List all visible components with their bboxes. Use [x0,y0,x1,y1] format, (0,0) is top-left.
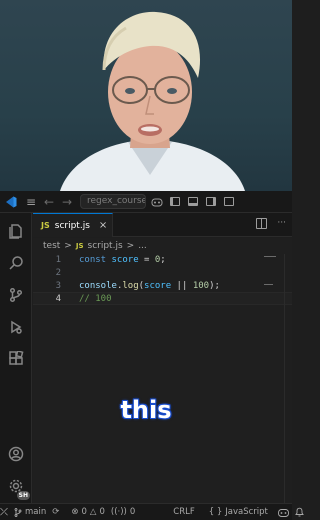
code-editor[interactable]: 1 const score = 0; 2 3 console.log(score… [33,254,292,503]
line-number: 4 [55,294,61,304]
language-label: JavaScript [225,507,268,517]
breadcrumb-file[interactable]: script.js [88,241,123,251]
remote-indicator-icon[interactable]: ⤫ [0,504,8,520]
breadcrumb-symbol[interactable]: ... [138,241,147,251]
split-editor-icon[interactable] [256,218,268,229]
back-arrow-icon[interactable]: ← [40,195,58,209]
broadcast-icon: ((·)) [110,507,127,517]
sync-icon[interactable]: ⟳ [52,507,59,517]
status-bar: ⤫ main ⟳ ⊗ 0 △ 0 ((·)) 0 CRLF { } JavaSc… [0,503,304,520]
code-line[interactable]: 1 const score = 0; [33,254,292,267]
presenter-video [60,11,245,191]
code-text: // 100 [79,294,112,304]
close-tab-icon[interactable]: × [99,220,107,231]
manage-gear-icon[interactable]: SH [6,476,30,500]
webcam-overlay [0,0,292,191]
tab-label: script.js [54,220,90,231]
toggle-secondary-sidebar-icon[interactable] [203,196,218,208]
command-center-search[interactable]: regex_course [80,194,146,209]
source-control-icon[interactable] [6,285,26,305]
forward-arrow-icon[interactable]: → [58,195,76,209]
javascript-file-icon: JS [75,242,84,250]
branch-name: main [25,507,47,517]
activity-bar: SH [0,213,32,503]
customize-layout-icon[interactable] [221,196,236,208]
braces-icon: { } [208,507,223,517]
title-bar: ≡ ← → regex_course [0,191,292,213]
breadcrumb: test > JS script.js > ... [33,238,292,254]
warning-count: 0 [99,507,105,517]
chevron-right-icon: > [64,241,72,251]
code-text: const score = 0; [79,255,166,265]
vscode-logo-icon [0,191,22,213]
warning-icon: △ [89,507,97,517]
ports-count: 0 [129,507,136,517]
language-mode-status[interactable]: { } JavaScript [209,507,268,517]
toggle-panel-icon[interactable] [185,196,200,208]
breadcrumb-folder[interactable]: test [43,241,60,251]
video-caption: this [120,396,172,424]
toggle-primary-sidebar-icon[interactable] [167,196,182,208]
copilot-icon[interactable] [149,196,164,208]
tab-script-js[interactable]: JS script.js × [33,213,113,237]
chevron-right-icon: > [126,241,135,251]
problems-status[interactable]: ⊗ 0 △ 0 [71,507,105,517]
code-line[interactable]: 2 [33,267,292,280]
profile-badge: SH [16,491,30,500]
branch-status[interactable]: main [14,507,46,517]
error-count: 0 [81,507,87,517]
menu-icon[interactable]: ≡ [22,195,40,209]
copilot-status-icon[interactable] [277,508,289,517]
explorer-icon[interactable] [6,221,26,241]
javascript-file-icon: JS [41,221,50,230]
editor-tab-bar: JS script.js × ··· [33,213,292,237]
more-actions-icon[interactable]: ··· [277,218,286,229]
notifications-bell-icon[interactable] [295,507,304,517]
line-ending-status[interactable]: CRLF [173,507,194,517]
run-and-debug-icon[interactable] [6,317,26,337]
error-icon: ⊗ [71,507,79,517]
line-number: 1 [55,255,61,265]
ports-status[interactable]: ((·)) 0 [111,507,135,517]
accounts-icon[interactable] [6,444,26,464]
minimap[interactable] [264,256,276,257]
editor-actions: ··· [256,218,286,229]
minimap[interactable] [264,284,273,285]
extensions-icon[interactable] [6,349,26,369]
search-icon[interactable] [6,253,26,273]
git-branch-icon [14,507,22,517]
code-line-active[interactable]: 4 // 100 [33,292,292,305]
editor-scrollbar[interactable] [284,254,292,503]
line-number: 2 [55,268,61,278]
